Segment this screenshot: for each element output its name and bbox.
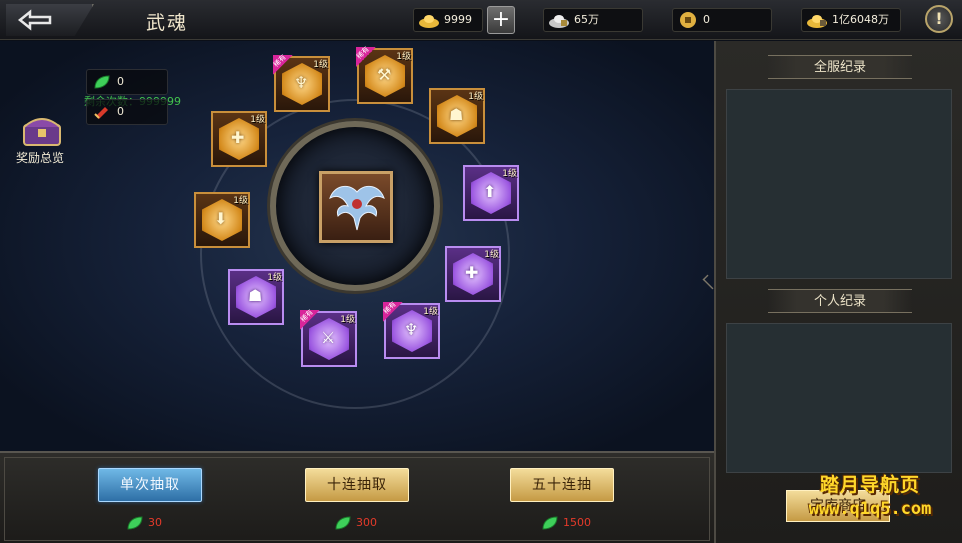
gem-glyph-icon: ✚ — [231, 128, 245, 147]
watermark-title: 踏月导航页 — [819, 474, 920, 496]
watermark: 踏月导航页 www.q1q5.com — [782, 470, 958, 519]
gem-glyph-icon: ⬇ — [214, 209, 228, 228]
reward-overview-label[interactable]: 奖励总览 — [16, 149, 64, 166]
ingot-value: 9999 — [444, 13, 472, 26]
watermark-url: www.q1q5.com — [808, 499, 932, 519]
recharge-plus-button[interactable]: + — [487, 6, 515, 34]
ingot-counter: 9999 — [413, 8, 483, 32]
soul-gem-7[interactable]: ✚ 1级 — [445, 246, 501, 302]
soul-gem-2[interactable]: ⚒ 1级 稀有 — [355, 45, 413, 104]
gold-ingot-icon — [419, 15, 439, 28]
gem-glyph-icon: ♆ — [404, 320, 419, 339]
records-panel: 全服纪录 个人纪录 — [714, 41, 962, 543]
back-arrow-icon — [17, 9, 52, 31]
gem-level: 1级 — [484, 250, 499, 260]
locked-ingot-icon — [807, 15, 827, 28]
gem-level: 1级 — [423, 307, 438, 317]
gem-glyph-icon: ✚ — [465, 263, 479, 282]
soul-gem-5[interactable]: ⬆ 1级 — [463, 165, 519, 221]
personal-records-list[interactable] — [726, 323, 952, 473]
winged-soul-icon — [329, 185, 385, 231]
green-leaf-icon — [127, 516, 143, 530]
silver-ingot-icon — [549, 15, 569, 28]
soul-gem-9[interactable]: ♆ 1级 稀有 — [382, 300, 440, 359]
gem-glyph-icon: ⚔ — [321, 328, 336, 347]
gem-glyph-icon: ⬆ — [483, 182, 497, 201]
rare-tag: 稀有 — [382, 300, 403, 322]
gem-level: 1级 — [313, 60, 328, 70]
fifty-cost-value: 1500 — [563, 516, 591, 529]
page-title: 武魂 — [146, 12, 189, 34]
gem-level: 1级 — [396, 52, 411, 62]
fifty-draw-button[interactable]: 五十连抽 — [510, 468, 614, 502]
ten-draw-button[interactable]: 十连抽取 — [305, 468, 409, 502]
back-button[interactable] — [6, 4, 94, 36]
silver-value: 65万 — [574, 13, 599, 26]
coin-counter: 0 — [672, 8, 772, 32]
gem-level: 1级 — [468, 92, 483, 102]
gem-level: 1级 — [267, 273, 282, 283]
gem-level: 1级 — [250, 115, 265, 125]
gem-level: 1级 — [502, 169, 517, 179]
copper-coin-icon — [680, 12, 696, 28]
power-counter: 1亿6048万 — [801, 8, 901, 32]
single-draw-cost: 30 — [126, 514, 162, 532]
ten-draw-cost: 300 — [334, 514, 377, 532]
soul-gem-4[interactable]: ✚ 1级 — [211, 111, 267, 167]
gem-glyph-icon: ☗ — [449, 105, 464, 124]
green-leaf-icon — [542, 516, 558, 530]
top-bar: 武魂 9999 + 65万 0 1亿6048万 ! — [0, 0, 962, 40]
rare-tag: 稀有 — [355, 45, 376, 67]
red-scroll-counter: 0 — [86, 99, 168, 125]
rare-tag: 稀有 — [272, 53, 293, 75]
green-jade-counter: 0 — [86, 69, 168, 95]
gem-glyph-icon: ♆ — [294, 73, 309, 92]
silver-counter: 65万 — [543, 8, 643, 32]
green-leaf-icon — [94, 75, 110, 89]
soul-gem-1[interactable]: ♆ 1级 稀有 — [272, 53, 330, 112]
treasure-chest-icon[interactable] — [18, 109, 66, 149]
server-records-list[interactable] — [726, 89, 952, 279]
single-cost-value: 30 — [148, 516, 162, 529]
power-value: 1亿6048万 — [832, 13, 889, 26]
fifty-draw-cost: 1500 — [541, 514, 591, 532]
single-draw-button[interactable]: 单次抽取 — [98, 468, 202, 502]
green-leaf-icon — [335, 516, 351, 530]
soul-gem-3[interactable]: ☗ 1级 — [429, 88, 485, 144]
soul-gem-8[interactable]: ☗ 1级 — [228, 269, 284, 325]
gem-level: 1级 — [340, 315, 355, 325]
soul-gem-10[interactable]: ⚔ 1级 稀有 — [299, 308, 357, 367]
personal-records-title: 个人纪录 — [768, 289, 912, 313]
green-jade-value: 0 — [117, 75, 124, 88]
center-reward[interactable] — [319, 171, 393, 243]
rare-tag: 稀有 — [299, 308, 320, 330]
info-button[interactable]: ! — [925, 5, 953, 33]
gem-level: 1级 — [233, 196, 248, 206]
red-scroll-value: 0 — [117, 105, 124, 118]
red-scroll-icon — [94, 107, 108, 119]
soul-gem-6[interactable]: ⬇ 1级 — [194, 192, 250, 248]
draw-stage: 剩余次数：999999 奖励总览 0 0 ♆ 1级 稀有 ⚒ 1级 稀有 ☗ 1… — [0, 41, 714, 451]
server-records-title: 全服纪录 — [768, 55, 912, 79]
gem-glyph-icon: ☗ — [248, 286, 263, 305]
gem-glyph-icon: ⚒ — [377, 65, 392, 84]
coin-value: 0 — [703, 13, 710, 26]
ten-cost-value: 300 — [356, 516, 377, 529]
